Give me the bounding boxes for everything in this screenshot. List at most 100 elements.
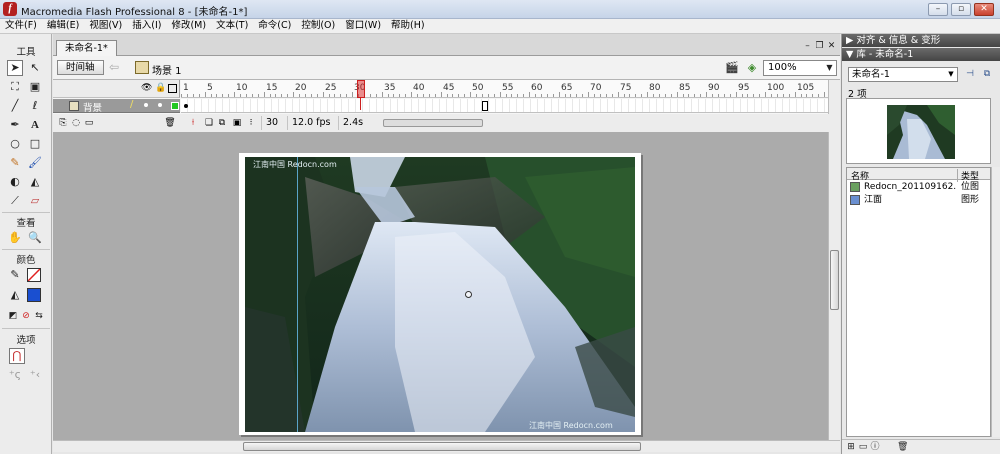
frames-row[interactable] xyxy=(181,99,828,113)
ruler-label: 90 xyxy=(708,83,720,93)
new-library-panel-icon[interactable]: ⧉ xyxy=(980,67,994,81)
zoom-tool-icon[interactable]: 🔍 xyxy=(27,230,43,246)
menu-modify[interactable]: 修改(M) xyxy=(166,19,211,33)
eraser-tool-icon[interactable]: ▱ xyxy=(27,193,43,209)
back-arrow-icon[interactable]: ⇦ xyxy=(109,60,123,75)
menu-control[interactable]: 控制(O) xyxy=(296,19,340,33)
edit-multiple-frames-icon[interactable]: ▣ xyxy=(231,117,243,129)
doc-close-icon[interactable]: ✕ xyxy=(826,41,837,52)
ruler-label: 45 xyxy=(443,83,455,93)
library-document-select[interactable]: 未命名-1 ▼ xyxy=(848,67,958,82)
paint-bucket-tool-icon[interactable]: ◭ xyxy=(27,174,43,190)
ruler-tick xyxy=(199,94,200,97)
insert-folder-icon[interactable]: ▭ xyxy=(83,117,95,129)
preview-thumbnail xyxy=(847,99,990,163)
layer-lock-dot[interactable] xyxy=(158,103,162,107)
subselection-tool-icon[interactable]: ↖ xyxy=(27,60,43,76)
add-guide-layer-icon[interactable]: ◌ xyxy=(70,117,82,129)
close-button[interactable]: ✕ xyxy=(974,3,994,16)
title-bar: f Macromedia Flash Professional 8 - [未命名… xyxy=(0,0,1000,19)
stage[interactable]: 江南中国 Redocn.com 江南中国 Redocn.com xyxy=(239,153,641,435)
menu-help[interactable]: 帮助(H) xyxy=(386,19,430,33)
ruler-tick xyxy=(334,94,335,97)
lasso-tool-icon[interactable]: ℓ xyxy=(27,98,43,114)
outline-icon[interactable] xyxy=(168,84,177,93)
document-tab[interactable]: 未命名-1* xyxy=(56,40,117,56)
hand-tool-icon[interactable]: ✋ xyxy=(7,230,23,246)
minimize-button[interactable]: – xyxy=(928,3,948,16)
ruler-tick xyxy=(222,94,223,97)
menu-commands[interactable]: 命令(C) xyxy=(253,19,296,33)
doc-restore-icon[interactable]: ❐ xyxy=(814,41,825,52)
text-tool-icon[interactable]: A xyxy=(27,117,43,133)
waterfall-bitmap[interactable]: 江南中国 Redocn.com 江南中国 Redocn.com xyxy=(245,157,635,432)
onion-outlines-icon[interactable]: ⧉ xyxy=(216,117,228,129)
oval-tool-icon[interactable]: ○ xyxy=(7,136,23,152)
ruler-tick xyxy=(641,94,642,97)
menu-window[interactable]: 窗口(W) xyxy=(340,19,386,33)
fill-color-swatch[interactable] xyxy=(27,288,41,302)
edit-symbols-icon[interactable]: ◈ xyxy=(745,60,759,75)
layer-outline-swatch[interactable] xyxy=(171,102,179,110)
free-transform-tool-icon[interactable]: ⛶ xyxy=(7,79,23,95)
layer-row[interactable]: 背景 / xyxy=(53,99,180,114)
rectangle-tool-icon[interactable]: □ xyxy=(27,136,43,152)
ruler-tick xyxy=(806,94,807,97)
edit-scene-icon[interactable]: 🎬 xyxy=(725,60,739,75)
swap-colors-icon[interactable]: ⇆ xyxy=(31,308,47,324)
delete-item-icon[interactable]: 🗑 xyxy=(897,442,908,452)
menu-file[interactable]: 文件(F) xyxy=(0,19,42,33)
stage-vertical-scrollbar[interactable] xyxy=(828,132,840,440)
timeline-toggle-button[interactable]: 时间轴 xyxy=(57,60,104,75)
new-folder-icon[interactable]: ▭ xyxy=(858,442,868,452)
ruler-tick xyxy=(211,94,212,97)
list-item[interactable]: Redocn_201109162... 位图 xyxy=(847,181,990,193)
timeline-hscroll-thumb[interactable] xyxy=(383,119,483,127)
delete-layer-icon[interactable]: 🗑 xyxy=(164,117,176,129)
scene-label[interactable]: 场景 1 xyxy=(152,62,182,77)
smooth-icon[interactable]: ⁺ς xyxy=(7,367,23,383)
library-panel-header[interactable]: ▼ 库 - 未命名-1 xyxy=(842,48,1000,61)
pen-tool-icon[interactable]: ✒ xyxy=(7,117,23,133)
doc-minimize-icon[interactable]: – xyxy=(802,41,813,52)
menu-insert[interactable]: 插入(I) xyxy=(127,19,166,33)
playhead[interactable] xyxy=(357,80,365,98)
snap-magnet-icon[interactable]: ⋂ xyxy=(9,348,25,364)
stage-hscroll-thumb[interactable] xyxy=(243,442,641,451)
eye-icon[interactable]: 👁 xyxy=(141,83,152,94)
timeline-vscroll[interactable] xyxy=(828,80,840,114)
new-symbol-icon[interactable]: ⊞ xyxy=(846,442,856,452)
menu-edit[interactable]: 编辑(E) xyxy=(42,19,84,33)
frame-ruler[interactable]: 1510152025303540455055606570758085909510… xyxy=(181,80,828,98)
insert-layer-icon[interactable]: ⎘ xyxy=(57,117,69,129)
transform-point-icon[interactable] xyxy=(465,291,472,298)
restore-button[interactable]: ▫ xyxy=(951,3,971,16)
layer-visible-dot[interactable] xyxy=(144,103,148,107)
ruler-tick xyxy=(747,94,748,97)
zoom-select[interactable]: 100% ▼ xyxy=(763,60,837,76)
selection-tool-icon[interactable]: ➤ xyxy=(7,60,23,76)
library-vscroll[interactable] xyxy=(991,167,1000,437)
stage-vscroll-thumb[interactable] xyxy=(830,250,839,310)
fill-transform-tool-icon[interactable]: ▣ xyxy=(27,79,43,95)
onion-skin-icon[interactable]: ❏ xyxy=(203,117,215,129)
guide-line xyxy=(297,157,298,432)
brush-tool-icon[interactable]: 🖌 xyxy=(27,155,43,171)
properties-icon[interactable]: ⓘ xyxy=(870,442,880,452)
list-item[interactable]: 江面 图形 xyxy=(847,194,990,206)
modify-onion-markers-icon[interactable]: ⁝ xyxy=(245,117,257,129)
straighten-icon[interactable]: ⁺‹ xyxy=(27,367,43,383)
menu-view[interactable]: 视图(V) xyxy=(84,19,127,33)
menu-text[interactable]: 文本(T) xyxy=(211,19,253,33)
ruler-tick xyxy=(736,92,737,97)
stage-horizontal-scrollbar[interactable] xyxy=(53,440,840,452)
pencil-tool-icon[interactable]: ✎ xyxy=(7,155,23,171)
pin-library-icon[interactable]: ⊣ xyxy=(963,67,977,81)
stroke-color-swatch[interactable] xyxy=(27,268,41,282)
eyedropper-tool-icon[interactable]: ⟋ xyxy=(7,193,23,209)
lock-icon[interactable]: 🔒 xyxy=(155,83,166,94)
center-frame-icon[interactable]: ⍿ xyxy=(187,117,199,129)
ink-bottle-tool-icon[interactable]: ◐ xyxy=(7,174,23,190)
line-tool-icon[interactable]: ╱ xyxy=(7,98,23,114)
align-info-transform-panel-header[interactable]: ▶ 对齐 & 信息 & 变形 xyxy=(842,34,1000,47)
